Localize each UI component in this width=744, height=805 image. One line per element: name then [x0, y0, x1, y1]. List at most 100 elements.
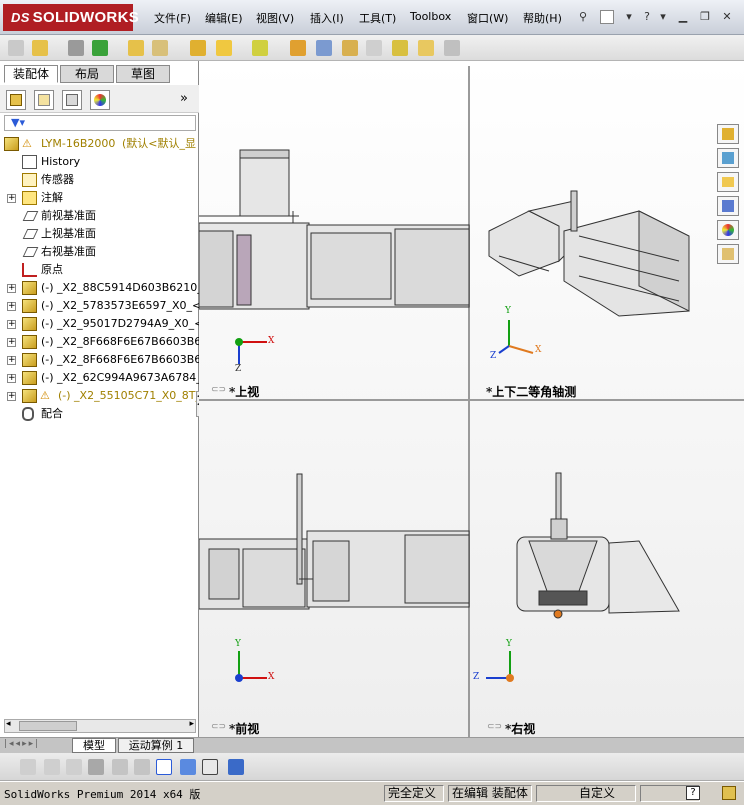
tree-item-label: 前视基准面 — [41, 209, 96, 222]
tab-motion-study[interactable]: 运动算例 1 — [118, 738, 194, 753]
insert-component-icon[interactable] — [32, 40, 48, 56]
pin-icon[interactable]: ⚲ — [576, 10, 590, 24]
tree-item-label: (-) _X2_88C5914D603B6210_ — [41, 281, 203, 294]
tree-filter-field[interactable]: ▼▾ — [4, 115, 196, 131]
tool-icon[interactable] — [44, 759, 60, 775]
expand-toggle-icon[interactable]: + — [7, 374, 16, 383]
status-bar: SolidWorks Premium 2014 x64 版 完全定义 在编辑 装… — [0, 781, 744, 805]
expand-toggle-icon[interactable]: + — [7, 320, 16, 329]
solidworks-resources-icon[interactable] — [717, 124, 739, 144]
rebuild-indicator-icon[interactable] — [722, 786, 736, 800]
instant3d-icon[interactable] — [444, 40, 460, 56]
tool-icon[interactable] — [112, 759, 128, 775]
reference-geometry-icon[interactable] — [252, 40, 268, 56]
tool-icon[interactable] — [88, 759, 104, 775]
configuration-manager-icon[interactable] — [62, 90, 82, 110]
filter-icon[interactable]: ▼▾ — [11, 116, 25, 129]
scroll-right-icon[interactable]: ▸ — [189, 719, 194, 729]
tree-item-label: (-) _X2_5783573E6597_X0_< — [41, 299, 202, 312]
expand-toggle-icon[interactable]: + — [7, 302, 16, 311]
tool-icon[interactable] — [228, 759, 244, 775]
product-name: SolidWorks Premium 2014 x64 版 — [4, 788, 201, 801]
menu-file[interactable]: 文件(F) — [154, 10, 191, 26]
close-icon[interactable]: ✕ — [720, 10, 734, 24]
edit-component-icon[interactable] — [8, 40, 24, 56]
move-component-icon[interactable] — [152, 40, 168, 56]
view-palette-icon[interactable] — [717, 196, 739, 216]
component-icon — [22, 371, 37, 385]
file-explorer-icon[interactable] — [717, 172, 739, 192]
quick-tips-icon[interactable]: ? — [686, 786, 700, 800]
tree-item-label: LYM-16B2000 — [41, 137, 116, 150]
feature-manager-icon[interactable] — [6, 90, 26, 110]
dropdown-arrow-icon[interactable]: ▾ — [622, 10, 636, 24]
exploded-view-icon[interactable] — [342, 40, 358, 56]
interference-detection-icon[interactable] — [392, 40, 408, 56]
axis-y-label: Y — [505, 306, 511, 316]
menu-view[interactable]: 视图(V) — [256, 10, 294, 26]
expand-toggle-icon[interactable]: + — [7, 284, 16, 293]
solidworks-logo[interactable]: DS SOLIDWORKS — [3, 4, 139, 31]
link-views-icon[interactable]: ⊂⊃ — [487, 722, 502, 732]
link-views-icon[interactable]: ⊂⊃ — [211, 385, 226, 395]
tool-icon[interactable] — [180, 759, 196, 775]
tab-model[interactable]: 模型 — [72, 738, 116, 753]
configuration-label: (默认<默认_显 — [122, 137, 197, 150]
explode-line-sketch-icon[interactable] — [366, 40, 382, 56]
property-manager-icon[interactable] — [34, 90, 54, 110]
tree-item-label: 配合 — [41, 407, 63, 420]
display-manager-icon[interactable] — [90, 90, 110, 110]
tree-horizontal-scrollbar[interactable]: ◂ ▸ — [4, 719, 196, 733]
clearance-verification-icon[interactable] — [418, 40, 434, 56]
assembly-icon — [4, 137, 19, 151]
show-hidden-icon[interactable] — [190, 40, 206, 56]
expand-toggle-icon[interactable]: + — [7, 392, 16, 401]
expand-toggle-icon[interactable]: + — [7, 194, 16, 203]
tool-icon[interactable] — [202, 759, 218, 775]
viewport-canvas — [199, 61, 744, 737]
link-views-icon[interactable]: ⊂⊃ — [211, 722, 226, 732]
mate-icon[interactable] — [68, 40, 84, 56]
component-icon — [22, 281, 37, 295]
tree-item-label: (-) _X2_8F668F6E67B6603B62 — [41, 335, 209, 348]
tab-assembly[interactable]: 装配体 — [4, 65, 58, 83]
appearances-icon[interactable] — [717, 220, 739, 240]
expand-toggle-icon[interactable]: + — [7, 356, 16, 365]
help-icon[interactable]: ? — [640, 10, 654, 24]
restore-icon[interactable]: ❐ — [698, 10, 712, 24]
plane-icon — [22, 229, 39, 239]
viewport-label-front: *前视 — [229, 722, 260, 736]
assembly-features-icon[interactable] — [216, 40, 232, 56]
graphics-area[interactable]: ▣ ▥ ▁ ❐ ✕ — [199, 61, 744, 737]
menu-help[interactable]: 帮助(H) — [523, 10, 562, 26]
new-motion-study-icon[interactable] — [290, 40, 306, 56]
status-custom-units[interactable]: 自定义 — [536, 785, 636, 802]
design-library-icon[interactable] — [717, 148, 739, 168]
custom-properties-icon[interactable] — [717, 244, 739, 264]
tab-scroll-arrows-icon[interactable]: |◂◂▸▸| — [4, 739, 40, 749]
tool-icon[interactable] — [156, 759, 172, 775]
minimize-icon[interactable]: ▁ — [676, 10, 690, 24]
tab-sketch[interactable]: 草图 — [116, 65, 170, 83]
menu-toolbox[interactable]: Toolbox — [410, 10, 451, 23]
scroll-left-icon[interactable]: ◂ — [6, 719, 11, 729]
expand-chevron-icon[interactable]: » — [180, 91, 188, 106]
menu-edit[interactable]: 编辑(E) — [205, 10, 243, 26]
menu-tools[interactable]: 工具(T) — [359, 10, 396, 26]
scroll-thumb[interactable] — [19, 721, 77, 731]
expand-toggle-icon[interactable]: + — [7, 338, 16, 347]
warning-icon: ⚠ — [40, 389, 50, 402]
status-definition: 完全定义 — [384, 785, 444, 802]
tab-layout[interactable]: 布局 — [60, 65, 114, 83]
dropdown-arrow-icon[interactable]: ▾ — [656, 10, 670, 24]
linear-pattern-icon[interactable] — [92, 40, 108, 56]
menu-window[interactable]: 窗口(W) — [467, 10, 508, 26]
tool-icon[interactable] — [66, 759, 82, 775]
menu-insert[interactable]: 插入(I) — [310, 10, 344, 26]
bill-of-materials-icon[interactable] — [316, 40, 332, 56]
tool-icon[interactable] — [134, 759, 150, 775]
smart-fasteners-icon[interactable] — [128, 40, 144, 56]
new-document-icon[interactable] — [600, 10, 614, 24]
tool-icon[interactable] — [20, 759, 36, 775]
tree-item-label: (-) _X2_62C994A9673A6784_ — [41, 371, 202, 384]
